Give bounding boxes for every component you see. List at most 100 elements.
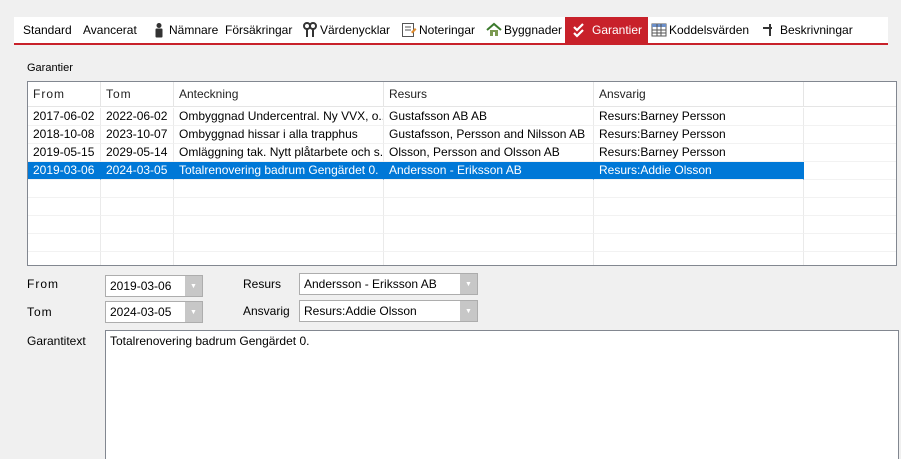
empty-cell <box>804 198 896 216</box>
notes-icon <box>401 22 417 38</box>
table-row[interactable]: 2017-06-02 2022-06-02 Ombyggnad Undercentr… <box>28 108 896 126</box>
cell-resurs: Andersson - Eriksson AB <box>384 162 594 180</box>
cell-tom: 2022-06-02 <box>101 108 174 126</box>
empty-cell <box>804 234 896 252</box>
empty-cell <box>101 252 174 265</box>
tab-avancerat[interactable]: Avancerat <box>83 17 137 43</box>
tab-byggnader[interactable]: Byggnader <box>486 17 562 43</box>
from-label: From <box>27 277 59 291</box>
garantitext-textarea[interactable]: Totalrenovering badrum Gengärdet 0. <box>105 330 899 459</box>
cell-ansvarig: Resurs:Barney Persson <box>594 144 804 162</box>
tab-beskrivningar[interactable]: Beskrivningar <box>762 17 853 43</box>
empty-cell <box>384 234 594 252</box>
cell-resurs: Olsson, Persson and Olsson AB <box>384 144 594 162</box>
empty-cell <box>28 198 101 216</box>
empty-cell <box>101 216 174 234</box>
group-label: Garantier <box>27 62 73 74</box>
tab-strip-underline <box>14 43 888 45</box>
person-icon <box>151 22 167 38</box>
cell-anteckning: Omläggning tak. Nytt plåtarbete och s... <box>174 144 384 162</box>
column-header-ansvarig[interactable]: Ansvarig <box>594 82 804 107</box>
ansvarig-label: Ansvarig <box>243 304 290 318</box>
cell-tom: 2023-10-07 <box>101 126 174 144</box>
tom-date-picker[interactable]: 2024-03-05 ▼ <box>105 301 203 323</box>
column-header-tom[interactable]: Tom <box>101 82 174 107</box>
cell-from: 2019-05-15 <box>28 144 101 162</box>
tab-label: Standard <box>23 23 72 37</box>
tab-standard[interactable]: Standard <box>23 17 72 43</box>
cell-anteckning: Totalrenovering badrum Gengärdet 0. <box>174 162 384 180</box>
empty-cell <box>384 252 594 265</box>
cell-resurs: Gustafsson AB AB <box>384 108 594 126</box>
cell-resurs: Gustafsson, Persson and Nilsson AB <box>384 126 594 144</box>
ansvarig-select[interactable]: Resurs:Addie Olsson ▼ <box>299 300 478 322</box>
empty-table-row <box>28 216 896 234</box>
empty-table-row <box>28 234 896 252</box>
table-row[interactable]: 2019-05-15 2029-05-14 Omläggning tak. Nytt… <box>28 144 896 162</box>
empty-cell <box>594 234 804 252</box>
tab-namnare[interactable]: Nämnare <box>151 17 218 43</box>
chevron-down-icon[interactable]: ▼ <box>460 301 477 321</box>
empty-cell <box>28 252 101 265</box>
empty-cell <box>174 234 384 252</box>
cell-tom: 2029-05-14 <box>101 144 174 162</box>
chevron-down-icon[interactable]: ▼ <box>185 302 202 322</box>
grid-header: From Tom Anteckning Resurs Ansvarig <box>28 82 896 107</box>
table-row[interactable]: 2018-10-08 2023-10-07 Ombyggnad hissar i a… <box>28 126 896 144</box>
empty-cell <box>594 252 804 265</box>
house-icon <box>486 22 502 38</box>
tab-label: Värdenycklar <box>320 23 391 37</box>
tom-label: Tom <box>27 305 53 319</box>
table-row[interactable]: 2019-03-06 2024-03-05 Totalrenovering badr… <box>28 162 896 180</box>
tab-label: Byggnader <box>504 23 563 37</box>
tab-vardenycklar[interactable]: Värdenycklar <box>302 17 390 43</box>
empty-cell <box>594 198 804 216</box>
warranties-grid[interactable]: From Tom Anteckning Resurs Ansvarig 2017… <box>27 81 897 266</box>
cell-ansvarig: Resurs:Barney Persson <box>594 108 804 126</box>
empty-cell <box>594 216 804 234</box>
cell-filler <box>804 144 896 162</box>
empty-table-row <box>28 252 896 265</box>
cell-filler <box>804 162 896 180</box>
tab-noteringar[interactable]: Noteringar <box>401 17 475 43</box>
chevron-down-icon[interactable]: ▼ <box>460 274 477 294</box>
empty-table-row <box>28 198 896 216</box>
checkmarks-icon <box>573 22 589 38</box>
empty-cell <box>804 252 896 265</box>
tab-label: Nämnare <box>169 23 219 37</box>
resurs-label: Resurs <box>243 277 282 291</box>
from-date-value: 2019-03-06 <box>110 279 172 293</box>
empty-cell <box>101 234 174 252</box>
empty-cell <box>384 180 594 198</box>
cell-filler <box>804 108 896 126</box>
tab-strip: Standard Avancerat Nämnare Försäkringar … <box>14 17 888 43</box>
pin-icon <box>762 22 778 38</box>
cell-tom: 2024-03-05 <box>101 162 174 180</box>
column-header-filler <box>804 82 896 107</box>
empty-cell <box>384 198 594 216</box>
chevron-down-icon[interactable]: ▼ <box>185 276 202 296</box>
empty-table-row <box>28 180 896 198</box>
cell-from: 2019-03-06 <box>28 162 101 180</box>
tab-label: Beskrivningar <box>780 23 853 37</box>
from-date-picker[interactable]: 2019-03-06 ▼ <box>105 275 203 297</box>
ansvarig-value: Resurs:Addie Olsson <box>304 304 417 318</box>
empty-cell <box>804 180 896 198</box>
column-header-resurs[interactable]: Resurs <box>384 82 594 107</box>
tab-koddelsvarden[interactable]: Koddelsvärden <box>651 17 749 43</box>
cell-from: 2018-10-08 <box>28 126 101 144</box>
cell-anteckning: Ombyggnad hissar i alla trapphus <box>174 126 384 144</box>
column-header-from[interactable]: From <box>28 82 101 107</box>
empty-cell <box>174 252 384 265</box>
tab-label: Noteringar <box>419 23 476 37</box>
empty-cell <box>594 180 804 198</box>
cell-anteckning: Ombyggnad Undercentral. Ny VVX, o... <box>174 108 384 126</box>
tab-forsakringar[interactable]: Försäkringar <box>225 17 292 43</box>
empty-cell <box>384 216 594 234</box>
column-header-anteckning[interactable]: Anteckning <box>174 82 384 107</box>
resurs-value: Andersson - Eriksson AB <box>304 277 437 291</box>
empty-cell <box>101 198 174 216</box>
grid-body: 2017-06-02 2022-06-02 Ombyggnad Undercentr… <box>28 108 896 265</box>
resurs-select[interactable]: Andersson - Eriksson AB ▼ <box>299 273 478 295</box>
tab-garantier[interactable]: Garantier <box>565 17 649 43</box>
